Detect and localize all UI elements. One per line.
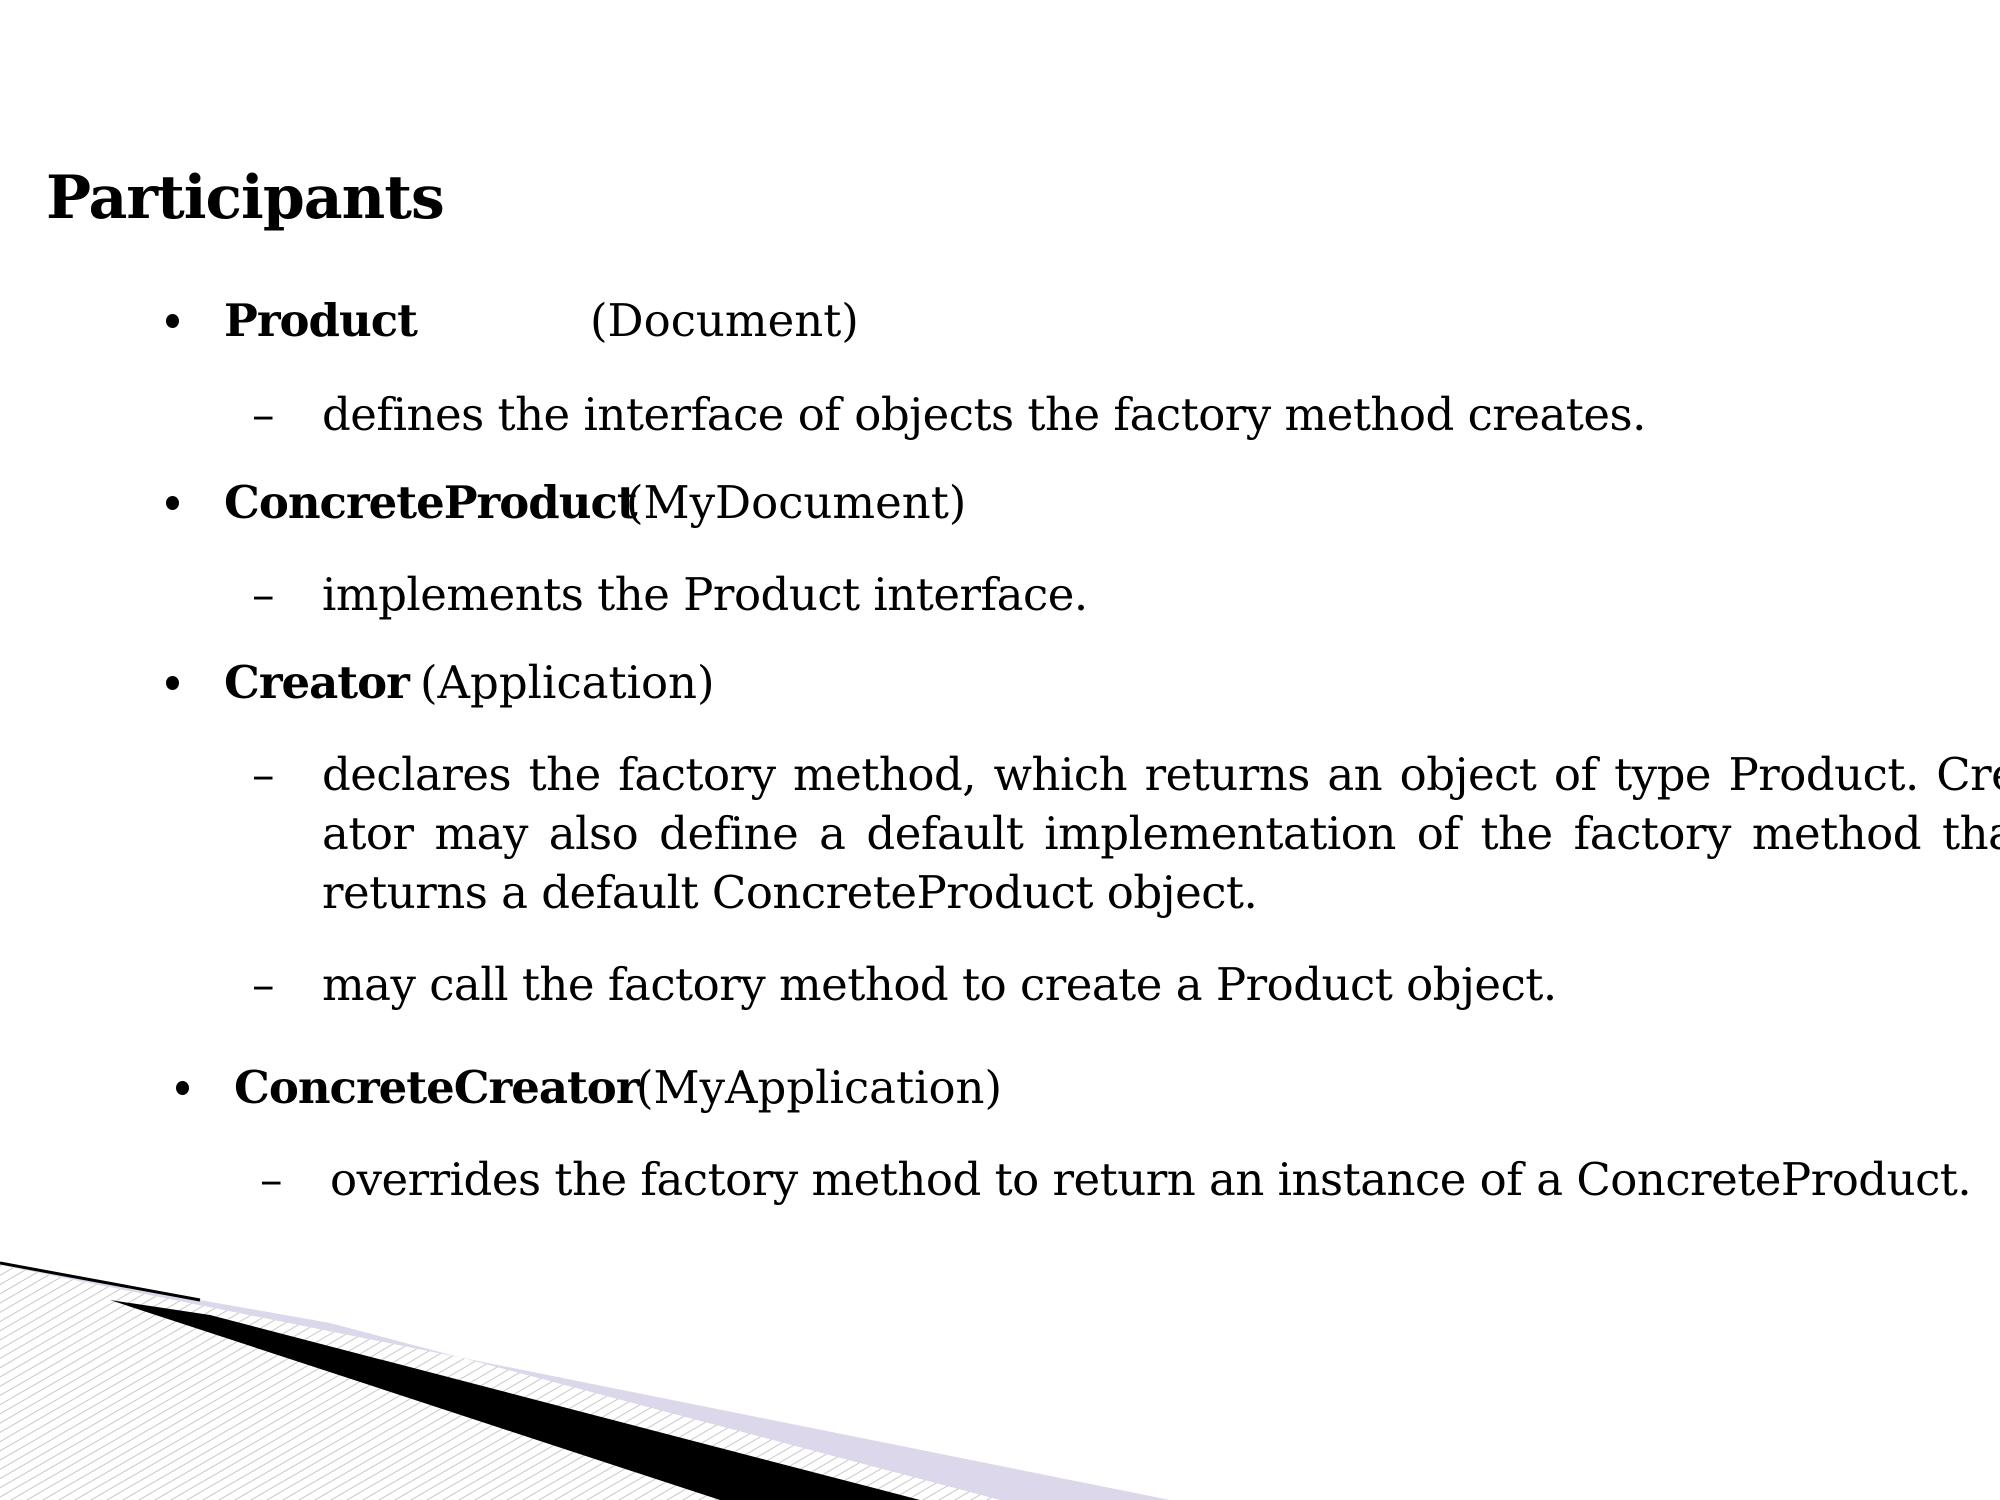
page-title: Participants: [46, 163, 445, 233]
dash-marker: –: [252, 748, 275, 801]
dash-marker: –: [252, 958, 275, 1011]
participant-name: ConcreteCreator: [234, 1061, 640, 1114]
responsibility-text: declares the factory method, which retur…: [322, 748, 2000, 919]
responsibility-text: may call the factory method to create a …: [322, 958, 1557, 1011]
bullet-dot: [166, 676, 179, 690]
responsibility-text: defines the interface of objects the fac…: [322, 388, 1646, 441]
participant-name: Product: [224, 294, 418, 347]
responsibility-text: overrides the factory method to return a…: [330, 1153, 1972, 1206]
bullet-dot: [166, 314, 179, 328]
dash-marker: –: [252, 388, 275, 441]
bullet-dot: [166, 496, 179, 510]
dash-marker: –: [260, 1153, 283, 1206]
slide: Participants Product (Document) – define…: [0, 0, 2000, 1500]
participant-example: (Application): [420, 656, 715, 709]
participant-example: (MyApplication): [636, 1061, 1003, 1114]
responsibility-text: implements the Product interface.: [322, 568, 1088, 621]
participant-example: (Document): [590, 294, 859, 347]
bullet-dot: [176, 1081, 189, 1095]
participant-example: (MyDocument): [626, 476, 967, 529]
participant-name: ConcreteProduct: [224, 476, 638, 529]
dash-marker: –: [252, 568, 275, 621]
participant-name: Creator: [224, 656, 410, 709]
